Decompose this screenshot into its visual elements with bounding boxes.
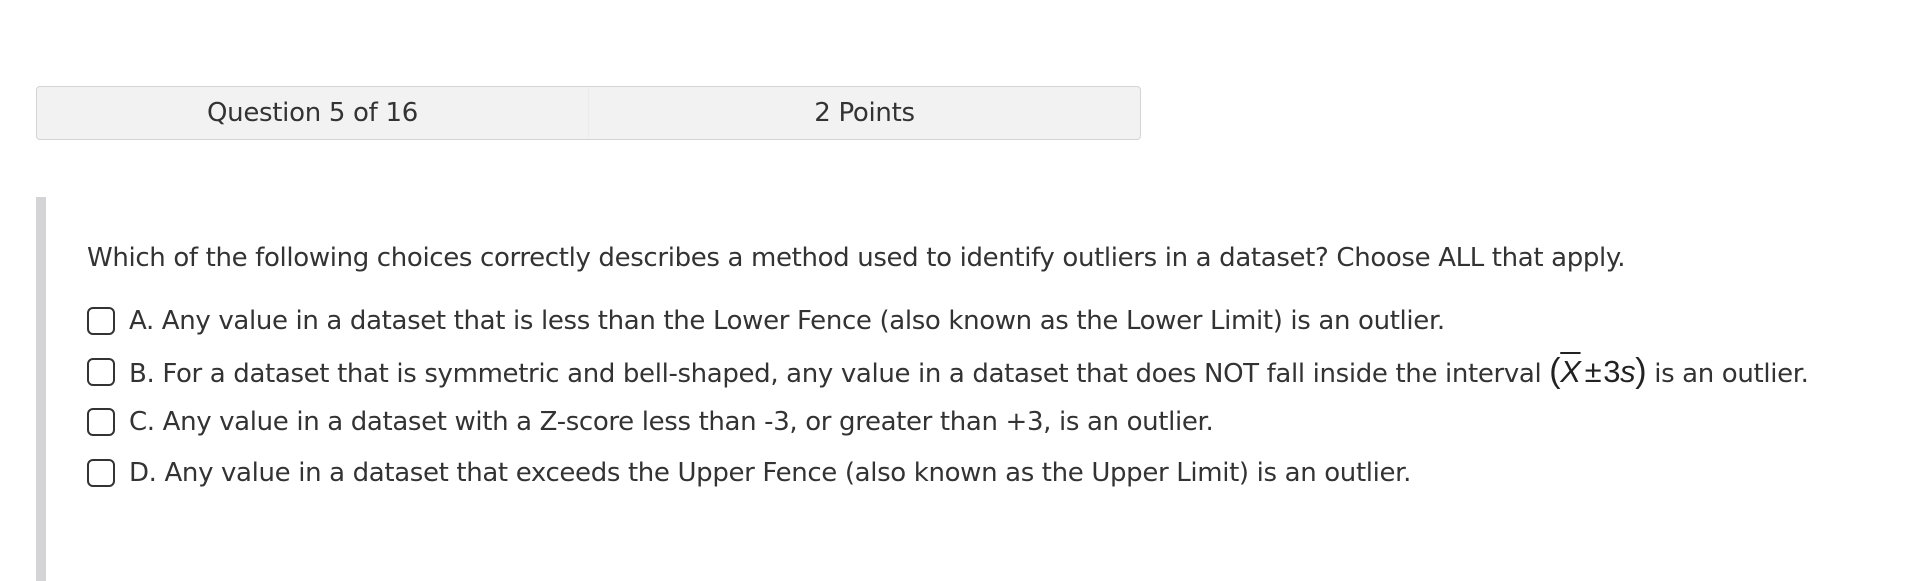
question-prompt: Which of the following choices correctly… bbox=[87, 243, 1626, 273]
option-d-checkbox[interactable] bbox=[87, 458, 115, 487]
formula-s: s bbox=[1620, 354, 1636, 390]
question-position: Question 5 of 16 bbox=[207, 98, 418, 128]
option-b[interactable]: B. For a dataset that is symmetric and b… bbox=[87, 347, 1809, 398]
option-b-checkbox[interactable] bbox=[87, 357, 115, 386]
option-c-label[interactable]: C. Any value in a dataset with a Z-score… bbox=[129, 407, 1214, 437]
question-block: Which of the following choices correctly… bbox=[36, 197, 1916, 581]
formula-close-paren: ) bbox=[1635, 352, 1647, 391]
formula-x-bar: X bbox=[1560, 354, 1581, 390]
interval-formula: (X ±3s) bbox=[1549, 352, 1646, 391]
option-b-label[interactable]: B. For a dataset that is symmetric and b… bbox=[129, 352, 1809, 391]
answer-options: A. Any value in a dataset that is less t… bbox=[87, 296, 1809, 498]
question-left-rule bbox=[36, 197, 46, 581]
option-b-text-before: B. For a dataset that is symmetric and b… bbox=[129, 359, 1550, 390]
option-c-checkbox[interactable] bbox=[87, 408, 115, 437]
option-d[interactable]: D. Any value in a dataset that exceeds t… bbox=[87, 448, 1809, 499]
question-points: 2 Points bbox=[588, 87, 1140, 139]
formula-coefficient: 3 bbox=[1603, 354, 1621, 390]
question-header: Question 5 of 16 2 Points bbox=[36, 86, 1141, 140]
formula-plus-minus: ± bbox=[1584, 354, 1602, 390]
option-a[interactable]: A. Any value in a dataset that is less t… bbox=[87, 296, 1809, 347]
option-a-checkbox[interactable] bbox=[87, 307, 115, 336]
option-c[interactable]: C. Any value in a dataset with a Z-score… bbox=[87, 397, 1809, 448]
option-d-label[interactable]: D. Any value in a dataset that exceeds t… bbox=[129, 458, 1411, 488]
option-a-label[interactable]: A. Any value in a dataset that is less t… bbox=[129, 306, 1445, 336]
option-b-text-after: is an outlier. bbox=[1646, 359, 1809, 390]
formula-open-paren: ( bbox=[1549, 352, 1561, 391]
